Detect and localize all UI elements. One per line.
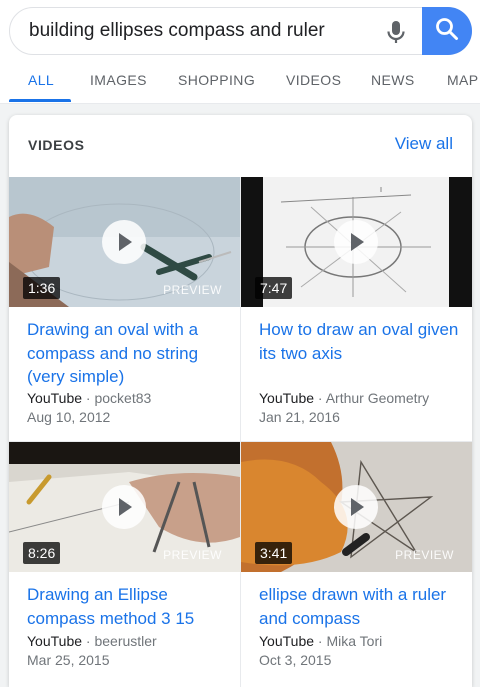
video-title-link[interactable]: Drawing an Ellipse compass method 3 15	[27, 583, 227, 630]
search-input[interactable]: building ellipses compass and ruler	[29, 20, 325, 42]
tab-maps[interactable]: MAP	[447, 72, 479, 88]
video-title-link[interactable]: Drawing an oval with a compass and no st…	[27, 318, 227, 389]
video-source: YouTube · beerustler	[27, 633, 157, 649]
video-date: Mar 25, 2015	[27, 652, 110, 668]
video-duration: 8:26	[23, 542, 61, 564]
play-icon[interactable]	[334, 220, 378, 264]
card-title: VIDEOS	[28, 137, 85, 153]
play-icon[interactable]	[102, 220, 146, 264]
preview-label: PREVIEW	[163, 548, 222, 562]
preview-label: PREVIEW	[395, 548, 454, 562]
video-thumbnail[interactable]: 8:26 PREVIEW	[9, 442, 240, 572]
grid-divider	[9, 441, 472, 442]
tab-images[interactable]: IMAGES	[90, 72, 147, 88]
video-source: YouTube · Arthur Geometry	[259, 390, 430, 406]
video-date: Oct 3, 2015	[259, 652, 332, 668]
tab-all[interactable]: ALL	[28, 72, 54, 88]
preview-label: PREVIEW	[163, 283, 222, 297]
video-source: YouTube · Mika Tori	[259, 633, 383, 649]
microphone-icon[interactable]	[382, 18, 410, 46]
video-title-link[interactable]: ellipse drawn with a ruler and compass	[259, 583, 459, 630]
video-duration: 7:47	[255, 277, 293, 299]
video-thumbnail[interactable]: 3:41 PREVIEW	[241, 442, 472, 572]
video-result[interactable]: 8:26 PREVIEW Drawing an Ellipse compass …	[9, 442, 240, 687]
video-source: YouTube · pocket83	[27, 390, 152, 406]
card-header: VIDEOS View all	[9, 115, 472, 175]
video-thumbnail[interactable]: 1:36 PREVIEW	[9, 177, 240, 307]
videos-card: VIDEOS View all 1:36 PREVIEW Drawing an …	[9, 115, 472, 687]
search-button[interactable]	[422, 7, 472, 55]
view-all-link[interactable]: View all	[395, 134, 453, 154]
video-duration: 3:41	[255, 542, 293, 564]
play-icon[interactable]	[102, 485, 146, 529]
tab-shopping[interactable]: SHOPPING	[178, 72, 255, 88]
video-date: Jan 21, 2016	[259, 409, 340, 425]
tab-videos[interactable]: VIDEOS	[286, 72, 341, 88]
tab-news[interactable]: NEWS	[371, 72, 415, 88]
video-thumbnail[interactable]: 7:47	[241, 177, 472, 307]
video-duration: 1:36	[23, 277, 61, 299]
video-result[interactable]: 3:41 PREVIEW ellipse drawn with a ruler …	[241, 442, 472, 687]
video-result[interactable]: 1:36 PREVIEW Drawing an oval with a comp…	[9, 177, 240, 441]
search-icon	[434, 16, 460, 47]
active-tab-indicator	[9, 99, 71, 102]
video-date: Aug 10, 2012	[27, 409, 111, 425]
search-header: building ellipses compass and ruler	[0, 0, 480, 62]
search-tabs: ALL IMAGES SHOPPING VIDEOS NEWS MAP	[0, 62, 480, 104]
video-result[interactable]: 7:47 How to draw an oval given its two a…	[241, 177, 472, 441]
video-title-link[interactable]: How to draw an oval given its two axis	[259, 318, 459, 365]
grid-divider	[240, 177, 241, 687]
play-icon[interactable]	[334, 485, 378, 529]
search-box[interactable]: building ellipses compass and ruler	[9, 7, 472, 55]
